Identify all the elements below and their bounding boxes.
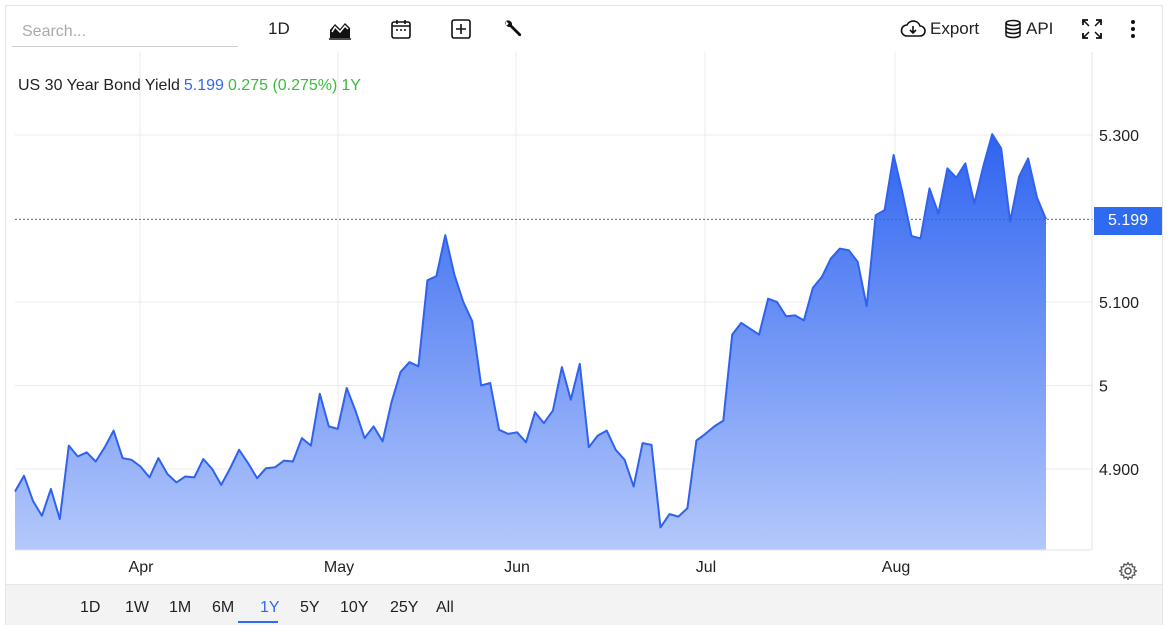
series-last-value: 5.199	[183, 77, 224, 94]
x-tick-label: Aug	[882, 559, 910, 576]
range-active-underline	[238, 621, 278, 623]
x-tick-label: Apr	[129, 559, 155, 576]
x-axis: Apr May Jun Jul Aug	[15, 549, 1092, 576]
range-option-all[interactable]: All	[436, 599, 454, 617]
gear-icon	[1118, 561, 1138, 581]
api-button[interactable]: API	[1004, 14, 1053, 44]
interval-label: 1D	[268, 19, 290, 38]
tools-button[interactable]	[502, 14, 524, 44]
area-fill	[15, 134, 1046, 550]
database-icon	[1005, 19, 1021, 39]
more-vertical-icon	[1131, 20, 1135, 38]
export-label: Export	[930, 19, 980, 38]
series-range: 1Y	[341, 77, 361, 94]
series-change: 0.275 (0.275%)	[227, 77, 338, 94]
y-tick-label: 5.100	[1099, 295, 1139, 312]
x-tick-label: May	[324, 559, 354, 576]
range-option-1w[interactable]: 1W	[125, 599, 149, 617]
range-option-6m[interactable]: 6M	[212, 599, 234, 617]
chart-type-button[interactable]	[328, 14, 352, 44]
add-indicator-button[interactable]	[450, 14, 472, 44]
y-tick-label: 5.300	[1099, 128, 1139, 145]
area-series	[14, 133, 1094, 550]
interval-button[interactable]: 1D	[268, 14, 290, 44]
x-tick-label: Jun	[504, 559, 530, 576]
search-input[interactable]	[12, 17, 238, 47]
more-options-button[interactable]	[1124, 14, 1142, 44]
settings-button[interactable]	[1118, 561, 1138, 586]
range-option-1m[interactable]: 1M	[169, 599, 191, 617]
export-button[interactable]: Export	[900, 14, 979, 44]
fullscreen-button[interactable]	[1081, 14, 1103, 44]
range-option-1d[interactable]: 1D	[80, 599, 100, 617]
plus-box-icon	[451, 19, 471, 39]
range-option-5y[interactable]: 5Y	[300, 599, 320, 617]
y-tick-label: 5	[1099, 379, 1108, 396]
api-label: API	[1026, 19, 1054, 38]
wrench-icon	[505, 20, 522, 37]
x-tick-label: Jul	[696, 559, 716, 576]
last-price-label: 5.199	[1094, 207, 1162, 235]
expand-icon	[1082, 19, 1102, 39]
series-legend: US 30 Year Bond Yield 5.199 0.275 (0.275%)…	[18, 77, 361, 95]
range-option-25y[interactable]: 25Y	[390, 599, 418, 617]
range-option-1y[interactable]: 1Y	[260, 599, 280, 617]
date-range-button[interactable]	[389, 14, 413, 44]
series-name: US 30 Year Bond Yield	[18, 77, 180, 94]
cloud-download-icon	[900, 20, 926, 37]
range-option-10y[interactable]: 10Y	[340, 599, 368, 617]
range-selector: 1D 1W 1M 6M 1Y 5Y 10Y 25Y All	[6, 584, 1162, 625]
y-axis: 5.300 5.100 5 4.900	[1091, 52, 1139, 550]
calendar-icon	[391, 20, 411, 39]
y-tick-label: 4.900	[1099, 462, 1139, 479]
area-chart-icon	[329, 23, 351, 40]
